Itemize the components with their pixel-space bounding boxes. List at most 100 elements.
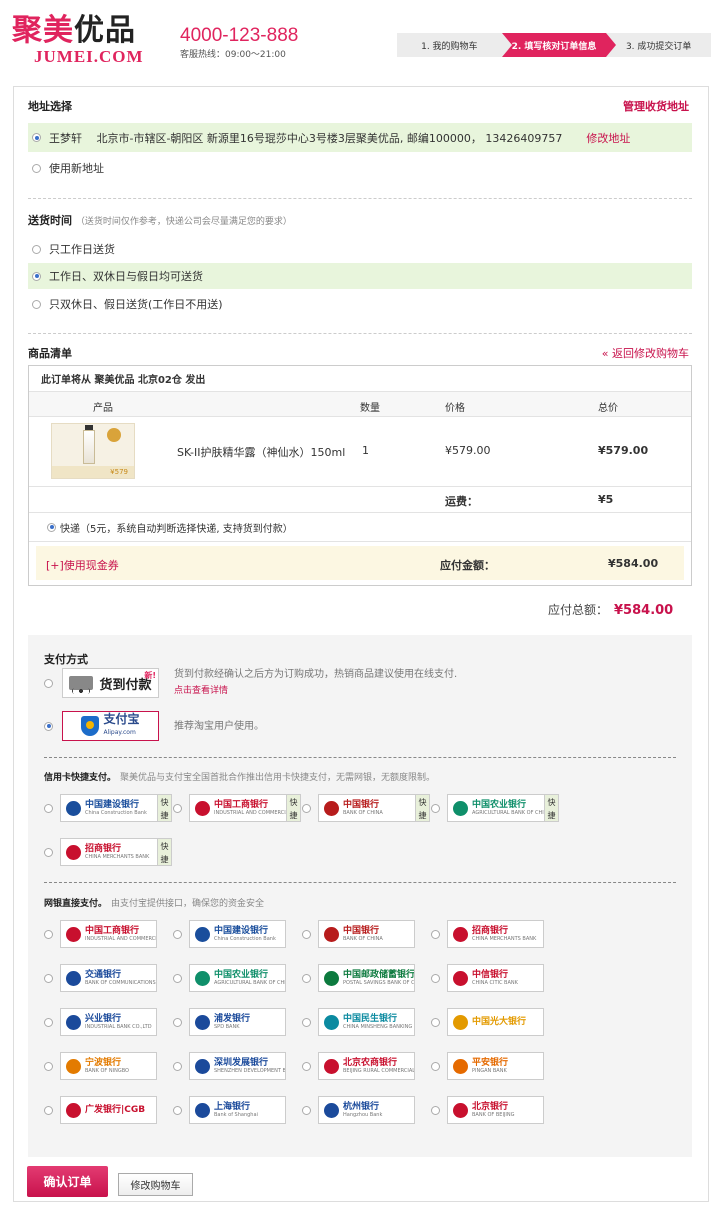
net-bank-option[interactable]: 中信银行 CHINA CITIC BANK (431, 964, 544, 992)
pay-option-alipay[interactable]: 支付宝 Alipay.com (44, 711, 159, 741)
net-bank-option[interactable]: 北京农商银行BEIJING RURAL COMMERCIAL BANK (302, 1052, 415, 1080)
cod-detail-link[interactable]: 点击查看详情 (174, 683, 457, 699)
net-bank-logo[interactable]: 招商银行 CHINA MERCHANTS BANK (447, 920, 544, 948)
shipping-method-option[interactable]: 快递（5元，系统自动判断选择快递, 支持货到付款） (29, 513, 691, 542)
credit-bank-radio[interactable] (431, 803, 440, 813)
alipay-logo[interactable]: 支付宝 Alipay.com (62, 711, 159, 741)
net-bank-logo[interactable]: 交通银行 BANK OF COMMUNICATIONS (60, 964, 157, 992)
net-bank-option[interactable]: 深圳发展银行SHENZHEN DEVELOPMENT BANK (173, 1052, 286, 1080)
use-coupon-link[interactable]: [+]使用现金券 (46, 557, 119, 573)
net-bank-option[interactable]: 北京银行 BANK OF BEIJING (431, 1096, 544, 1124)
address-radio-selected[interactable] (32, 133, 41, 142)
credit-bank-logo[interactable]: 中国农业银行 AGRICULTURAL BANK OF CHINA 快捷 (447, 794, 559, 822)
net-bank-logo[interactable]: 中国工商银行INDUSTRIAL AND COMMERCIAL BANK OF … (60, 920, 157, 948)
pay-option-cod[interactable]: 货到付款 新! (44, 668, 159, 698)
credit-bank-radio[interactable] (44, 803, 53, 813)
net-bank-logo[interactable]: 深圳发展银行SHENZHEN DEVELOPMENT BANK (189, 1052, 286, 1080)
credit-bank-logo[interactable]: 中国建设银行 China Construction Bank 快捷 (60, 794, 172, 822)
net-bank-radio[interactable] (431, 929, 440, 939)
net-bank-option[interactable]: 广发银行|CGB (44, 1096, 157, 1124)
delivery-option-weekday[interactable]: 只工作日送货 (28, 236, 692, 262)
net-bank-option[interactable]: 上海银行 Bank of Shanghai (173, 1096, 286, 1124)
jumei-logo[interactable]: 聚美优品 JUMEI.COM (12, 14, 162, 66)
credit-bank-radio[interactable] (173, 803, 182, 813)
net-bank-radio[interactable] (44, 1105, 53, 1115)
net-bank-option[interactable]: 中国光大银行 (431, 1008, 544, 1036)
new-address-radio[interactable] (32, 163, 41, 173)
delivery-option-anytime[interactable]: 工作日、双休日与假日均可送货 (28, 263, 692, 289)
net-bank-radio[interactable] (44, 1017, 53, 1027)
net-bank-radio[interactable] (431, 1105, 440, 1115)
net-bank-radio[interactable] (44, 929, 53, 939)
net-bank-radio[interactable] (173, 929, 182, 939)
credit-bank-option[interactable]: 中国工商银行INDUSTRIAL AND COMMERCIAL BANK OF … (173, 794, 301, 822)
net-bank-radio[interactable] (173, 1017, 182, 1027)
net-bank-option[interactable]: 宁波银行 BANK OF NINGBO (44, 1052, 157, 1080)
net-bank-radio[interactable] (302, 1061, 311, 1071)
net-bank-radio[interactable] (431, 1061, 440, 1071)
edit-address-link[interactable]: 修改地址 (586, 130, 630, 146)
net-bank-logo[interactable]: 浦发银行 SPD BANK (189, 1008, 286, 1036)
address-option-selected[interactable]: 王梦轩 北京市-市辖区-朝阳区 新源里16号琨莎中心3号楼3层聚美优品, 邮编1… (28, 123, 692, 152)
net-bank-option[interactable]: 中国邮政储蓄银行POSTAL SAVINGS BANK OF CHINA (302, 964, 415, 992)
delivery-radio-anytime[interactable] (32, 271, 41, 281)
credit-bank-option[interactable]: 中国建设银行 China Construction Bank 快捷 (44, 794, 172, 822)
product-name[interactable]: SK-II护肤精华露（神仙水）150ml (177, 444, 345, 460)
back-to-cart-button[interactable]: 修改购物车 (118, 1173, 193, 1196)
net-bank-logo[interactable]: 广发银行|CGB (60, 1096, 157, 1124)
net-bank-option[interactable]: 中国建设银行 China Construction Bank (173, 920, 286, 948)
net-bank-logo[interactable]: 中信银行 CHINA CITIC BANK (447, 964, 544, 992)
net-bank-logo[interactable]: 上海银行 Bank of Shanghai (189, 1096, 286, 1124)
net-bank-logo[interactable]: 中国农业银行 AGRICULTURAL BANK OF CHINA (189, 964, 286, 992)
credit-bank-radio[interactable] (44, 847, 53, 857)
net-bank-logo[interactable]: 杭州银行 Hangzhou Bank (318, 1096, 415, 1124)
net-bank-radio[interactable] (173, 1105, 182, 1115)
net-bank-option[interactable]: 中国民生银行CHINA MINSHENG BANKING CORP.,LTD (302, 1008, 415, 1036)
net-bank-logo[interactable]: 中国民生银行CHINA MINSHENG BANKING CORP.,LTD (318, 1008, 415, 1036)
net-bank-option[interactable]: 交通银行 BANK OF COMMUNICATIONS (44, 964, 157, 992)
credit-bank-logo[interactable]: 招商银行 CHINA MERCHANTS BANK 快捷 (60, 838, 172, 866)
back-to-cart-link[interactable]: « 返回修改购物车 (602, 345, 689, 361)
delivery-radio-weekend[interactable] (32, 299, 41, 309)
shipping-method-radio[interactable] (47, 522, 56, 532)
net-bank-logo[interactable]: 中国光大银行 (447, 1008, 544, 1036)
net-bank-radio[interactable] (302, 973, 311, 983)
net-bank-option[interactable]: 平安银行 PINGAN BANK (431, 1052, 544, 1080)
net-bank-radio[interactable] (302, 1017, 311, 1027)
net-bank-radio[interactable] (431, 1017, 440, 1027)
net-bank-logo[interactable]: 北京银行 BANK OF BEIJING (447, 1096, 544, 1124)
net-bank-radio[interactable] (302, 929, 311, 939)
net-bank-logo[interactable]: 中国邮政储蓄银行POSTAL SAVINGS BANK OF CHINA (318, 964, 415, 992)
net-bank-logo[interactable]: 兴业银行 INDUSTRIAL BANK CO.,LTD (60, 1008, 157, 1036)
net-bank-option[interactable]: 中国工商银行INDUSTRIAL AND COMMERCIAL BANK OF … (44, 920, 157, 948)
net-bank-option[interactable]: 招商银行 CHINA MERCHANTS BANK (431, 920, 544, 948)
product-image[interactable]: ¥579 (51, 423, 135, 479)
manage-address-link[interactable]: 管理收货地址 (623, 98, 689, 114)
net-bank-logo[interactable]: 北京农商银行BEIJING RURAL COMMERCIAL BANK (318, 1052, 415, 1080)
delivery-option-weekend[interactable]: 只双休日、假日送货(工作日不用送) (28, 291, 692, 317)
cod-radio[interactable] (44, 678, 53, 688)
credit-bank-radio[interactable] (302, 803, 311, 813)
net-bank-radio[interactable] (44, 1061, 53, 1071)
net-bank-option[interactable]: 兴业银行 INDUSTRIAL BANK CO.,LTD (44, 1008, 157, 1036)
net-bank-option[interactable]: 中国农业银行 AGRICULTURAL BANK OF CHINA (173, 964, 286, 992)
net-bank-radio[interactable] (431, 973, 440, 983)
net-bank-radio[interactable] (44, 973, 53, 983)
net-bank-radio[interactable] (302, 1105, 311, 1115)
alipay-radio[interactable] (44, 721, 53, 731)
net-bank-logo[interactable]: 宁波银行 BANK OF NINGBO (60, 1052, 157, 1080)
credit-bank-logo[interactable]: 中国银行 BANK OF CHINA 快捷 (318, 794, 430, 822)
credit-bank-option[interactable]: 招商银行 CHINA MERCHANTS BANK 快捷 (44, 838, 172, 866)
net-bank-logo[interactable]: 中国建设银行 China Construction Bank (189, 920, 286, 948)
net-bank-radio[interactable] (173, 1061, 182, 1071)
net-bank-option[interactable]: 中国银行 BANK OF CHINA (302, 920, 415, 948)
credit-bank-option[interactable]: 中国银行 BANK OF CHINA 快捷 (302, 794, 430, 822)
credit-bank-logo[interactable]: 中国工商银行INDUSTRIAL AND COMMERCIAL BANK OF … (189, 794, 301, 822)
net-bank-logo[interactable]: 中国银行 BANK OF CHINA (318, 920, 415, 948)
net-bank-radio[interactable] (173, 973, 182, 983)
confirm-order-button[interactable]: 确认订单 (27, 1166, 108, 1197)
net-bank-option[interactable]: 杭州银行 Hangzhou Bank (302, 1096, 415, 1124)
net-bank-logo[interactable]: 平安银行 PINGAN BANK (447, 1052, 544, 1080)
net-bank-option[interactable]: 浦发银行 SPD BANK (173, 1008, 286, 1036)
credit-bank-option[interactable]: 中国农业银行 AGRICULTURAL BANK OF CHINA 快捷 (431, 794, 559, 822)
